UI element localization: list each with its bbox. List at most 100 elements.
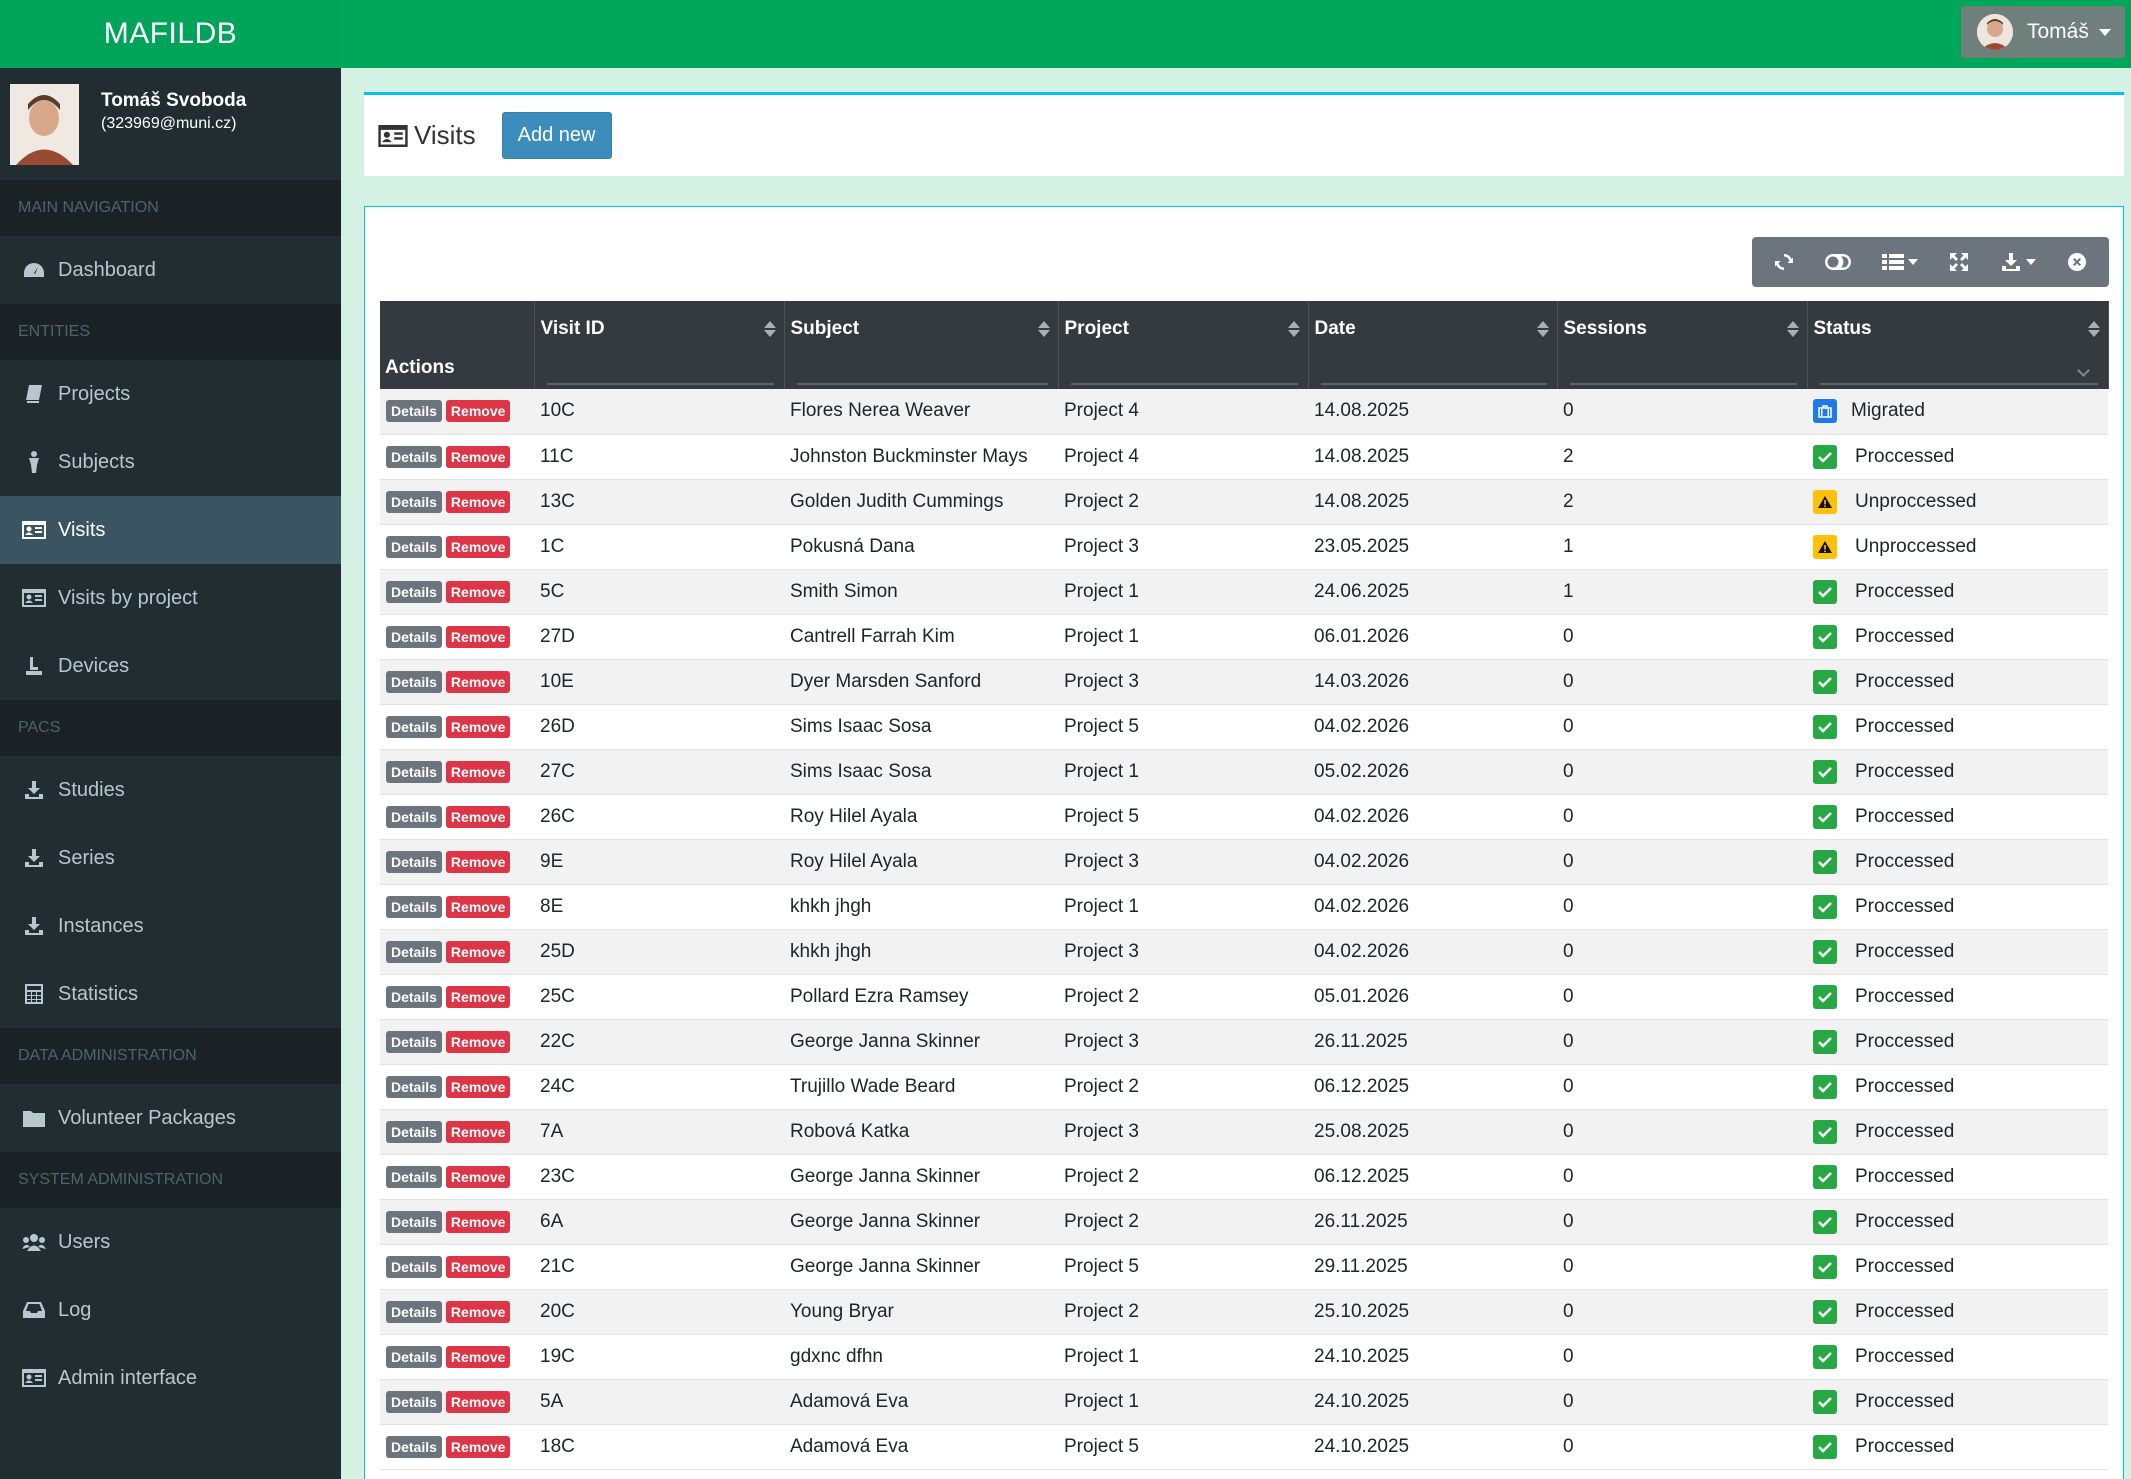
details-button[interactable]: Details [386, 670, 442, 693]
remove-button[interactable]: Remove [445, 805, 511, 828]
visit-id-filter-input[interactable] [546, 383, 774, 385]
remove-button[interactable]: Remove [445, 1210, 511, 1233]
subject-filter-input[interactable] [796, 383, 1048, 385]
remove-button[interactable]: Remove [445, 490, 511, 513]
sidebar-item-users[interactable]: Users [0, 1208, 341, 1276]
column-header-status[interactable]: Status [1807, 301, 2109, 389]
table-row[interactable]: Details Remove 21C George Janna Skinner Proj… [380, 1244, 2108, 1290]
remove-button[interactable]: Remove [445, 625, 511, 648]
remove-button[interactable]: Remove [445, 1120, 511, 1143]
remove-button[interactable]: Remove [445, 1345, 511, 1368]
sessions-filter-input[interactable] [1569, 383, 1797, 385]
remove-button[interactable]: Remove [445, 1075, 511, 1098]
details-button[interactable]: Details [386, 1255, 442, 1278]
refresh-button[interactable] [1774, 252, 1794, 272]
remove-button[interactable]: Remove [445, 895, 511, 918]
column-header-subject[interactable]: Subject [784, 301, 1059, 389]
sidebar-item-admin-interface[interactable]: Admin interface [0, 1344, 341, 1412]
clear-filters-button[interactable] [2067, 252, 2087, 272]
project-filter-input[interactable] [1070, 383, 1298, 385]
table-row[interactable]: Details Remove 8E khkh jhgh Project 1 04.02.2… [380, 884, 2108, 930]
table-row[interactable]: Details Remove 27C Sims Isaac Sosa Project 1… [380, 749, 2108, 795]
sidebar-item-dashboard[interactable]: Dashboard [0, 236, 341, 304]
details-button[interactable]: Details [386, 805, 442, 828]
remove-button[interactable]: Remove [445, 1300, 511, 1323]
user-menu-button[interactable]: Tomáš [1961, 6, 2125, 58]
fullscreen-button[interactable] [1949, 252, 1969, 272]
table-row[interactable]: Details Remove 7A Robová Katka Project 3 25.0… [380, 1109, 2108, 1155]
table-row[interactable]: Details Remove 18C Adamová Eva Project 5 24.1… [380, 1424, 2108, 1470]
status-filter-select[interactable] [1819, 383, 2098, 385]
sidebar-item-devices[interactable]: Devices [0, 632, 341, 700]
table-row[interactable]: Details Remove 10E Dyer Marsden Sanford Proj… [380, 659, 2108, 705]
details-button[interactable]: Details [386, 1075, 442, 1098]
table-row[interactable]: Details Remove 5A Adamová Eva Project 1 24.10… [380, 1379, 2108, 1425]
export-dropdown-button[interactable] [2000, 252, 2037, 272]
details-button[interactable]: Details [386, 895, 442, 918]
table-row[interactable]: Details Remove 9E Roy Hilel Ayala Project 30… [380, 839, 2108, 885]
details-button[interactable]: Details [386, 1165, 442, 1188]
remove-button[interactable]: Remove [445, 715, 511, 738]
columns-dropdown-button[interactable] [1881, 253, 1918, 271]
remove-button[interactable]: Remove [445, 445, 511, 468]
details-button[interactable]: Details [386, 1435, 442, 1458]
table-row[interactable]: Details Remove 13C Golden Judith Cummings Pr… [380, 479, 2108, 525]
table-row[interactable]: Details Remove 25D khkh jhgh Project 3 04.02.… [380, 929, 2108, 975]
details-button[interactable]: Details [386, 400, 442, 423]
sidebar-item-studies[interactable]: Studies [0, 756, 341, 824]
details-button[interactable]: Details [386, 715, 442, 738]
app-brand[interactable]: MAFILDB [0, 0, 341, 68]
remove-button[interactable]: Remove [445, 535, 511, 558]
table-row[interactable]: Details Remove 26C Roy Hilel Ayala Project 5… [380, 794, 2108, 840]
sidebar-item-visits[interactable]: Visits [0, 496, 341, 564]
date-filter-input[interactable] [1320, 383, 1547, 385]
table-row[interactable]: Details Remove 5C Smith Simon Project 1 24.06… [380, 569, 2108, 615]
remove-button[interactable]: Remove [445, 760, 511, 783]
sidebar-item-series[interactable]: Series [0, 824, 341, 892]
sidebar-item-statistics[interactable]: Statistics [0, 960, 341, 1028]
details-button[interactable]: Details [386, 1120, 442, 1143]
details-button[interactable]: Details [386, 850, 442, 873]
details-button[interactable]: Details [386, 1030, 442, 1053]
details-button[interactable]: Details [386, 490, 442, 513]
table-row[interactable]: Details Remove 26D Sims Isaac Sosa Project 5… [380, 704, 2108, 750]
sidebar-item-volunteer-packages[interactable]: Volunteer Packages [0, 1084, 341, 1152]
details-button[interactable]: Details [386, 1210, 442, 1233]
remove-button[interactable]: Remove [445, 1165, 511, 1188]
table-row[interactable]: Details Remove 22C George Janna Skinner Proj… [380, 1019, 2108, 1065]
sidebar-item-visits-by-project[interactable]: Visits by project [0, 564, 341, 632]
table-row[interactable]: Details Remove 24C Trujillo Wade Beard Proje… [380, 1064, 2108, 1110]
details-button[interactable]: Details [386, 985, 442, 1008]
remove-button[interactable]: Remove [445, 1030, 511, 1053]
sidebar-item-projects[interactable]: Projects [0, 360, 341, 428]
column-header-visit-id[interactable]: Visit ID [534, 301, 785, 389]
column-header-sessions[interactable]: Sessions [1557, 301, 1808, 389]
remove-button[interactable]: Remove [445, 850, 511, 873]
sidebar-item-instances[interactable]: Instances [0, 892, 341, 960]
details-button[interactable]: Details [386, 940, 442, 963]
details-button[interactable]: Details [386, 1345, 442, 1368]
remove-button[interactable]: Remove [445, 670, 511, 693]
details-button[interactable]: Details [386, 760, 442, 783]
column-header-project[interactable]: Project [1058, 301, 1309, 389]
details-button[interactable]: Details [386, 580, 442, 603]
remove-button[interactable]: Remove [445, 1390, 511, 1413]
remove-button[interactable]: Remove [445, 1435, 511, 1458]
table-row[interactable]: Details Remove 20C Young Bryar Project 2 25.1… [380, 1289, 2108, 1335]
sidebar-item-log[interactable]: Log [0, 1276, 341, 1344]
details-button[interactable]: Details [386, 1300, 442, 1323]
sidebar-item-subjects[interactable]: Subjects [0, 428, 341, 496]
remove-button[interactable]: Remove [445, 985, 511, 1008]
remove-button[interactable]: Remove [445, 580, 511, 603]
details-button[interactable]: Details [386, 1390, 442, 1413]
toggle-view-button[interactable] [1824, 253, 1851, 271]
table-row[interactable]: Details Remove 19C gdxnc dfhn Project 1 24.10… [380, 1334, 2108, 1380]
remove-button[interactable]: Remove [445, 940, 511, 963]
table-row[interactable]: Details Remove 27D Cantrell Farrah Kim Proje… [380, 614, 2108, 660]
table-row[interactable]: Details Remove 23C George Janna Skinner Proj… [380, 1154, 2108, 1200]
remove-button[interactable]: Remove [445, 400, 511, 423]
details-button[interactable]: Details [386, 445, 442, 468]
table-row[interactable]: Details Remove 11C Johnston Buckminster May… [380, 434, 2108, 480]
table-row[interactable]: Details Remove 1C Pokusná Dana Project 3 23.0… [380, 524, 2108, 570]
table-row[interactable]: Details Remove 10C Flores Nerea Weaver Proje… [380, 389, 2108, 435]
